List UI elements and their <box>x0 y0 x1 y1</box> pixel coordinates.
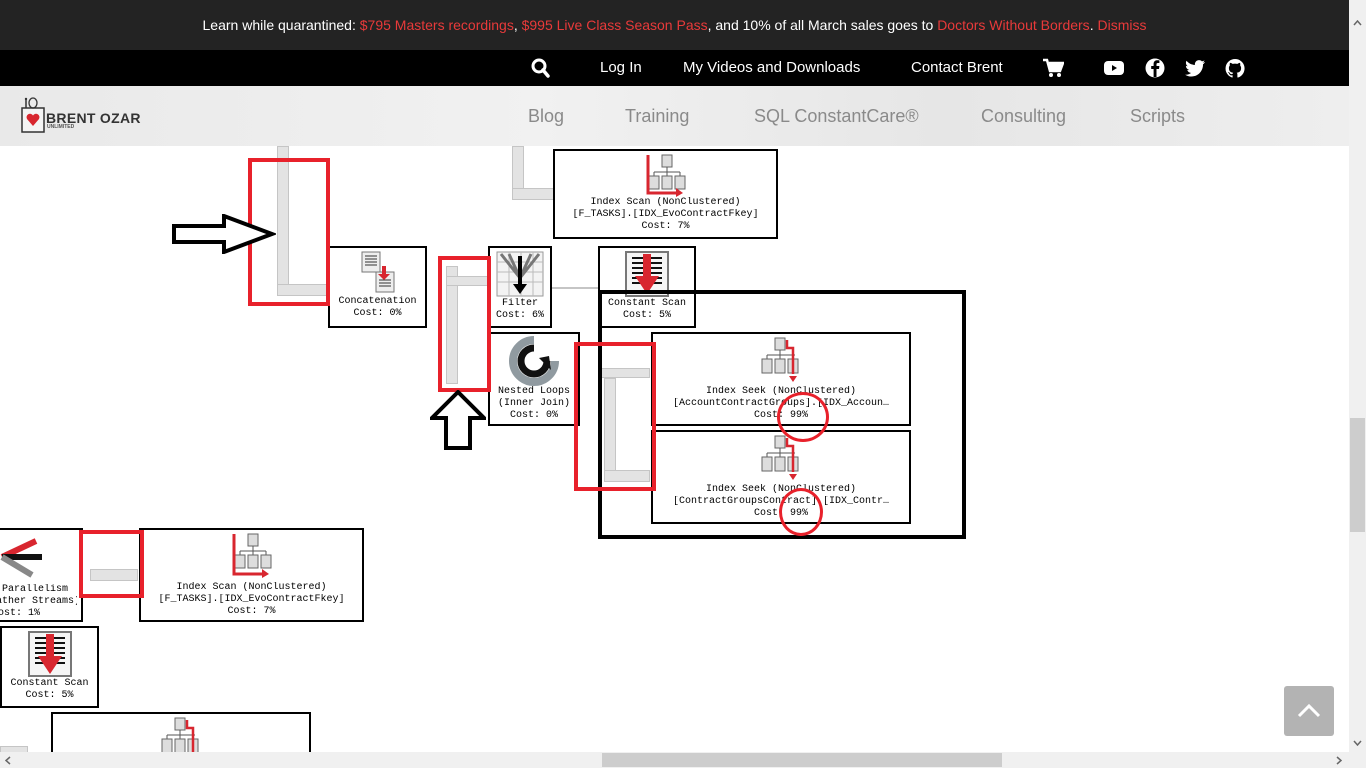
nav-scripts[interactable]: Scripts <box>1130 106 1185 127</box>
concatenation-icon <box>361 251 394 293</box>
flow-line <box>552 287 598 289</box>
node-cost: Cost: 0% <box>353 308 402 319</box>
plan-node-filter: Filter Cost: 6% <box>488 246 552 328</box>
node-label: [F_TASKS].[IDX_EvoContractFkey] <box>572 209 759 220</box>
highlight-red-box <box>438 256 491 392</box>
scroll-right-arrow-icon[interactable] <box>1336 756 1342 765</box>
node-label: (Inner Join) <box>497 398 570 409</box>
node-label: Nested Loops <box>497 386 570 397</box>
top-utility-bar: Log In My Videos and Downloads Contact B… <box>0 50 1349 86</box>
cart-icon[interactable] <box>1042 58 1064 78</box>
logo-pocket-icon <box>21 97 45 133</box>
node-cost: Cost: 7% <box>641 221 690 232</box>
highlight-red-box <box>79 530 144 598</box>
youtube-icon[interactable] <box>1103 58 1125 78</box>
node-label: Index Scan (NonClustered) <box>176 582 327 593</box>
vertical-scrollbar[interactable] <box>1349 0 1366 768</box>
plan-node-index-scan-bottom: Index Scan (NonClustered) [F_TASKS].[IDX… <box>139 528 364 622</box>
scroll-up-arrow-icon[interactable] <box>1353 20 1362 26</box>
filter-icon <box>496 251 544 297</box>
facebook-icon[interactable] <box>1144 58 1166 78</box>
announcement-prefix: Learn while quarantined: <box>202 17 360 33</box>
scroll-down-arrow-icon[interactable] <box>1353 740 1362 746</box>
right-arrow-annotation-icon <box>172 214 276 254</box>
my-videos-link[interactable]: My Videos and Downloads <box>683 59 860 76</box>
node-cost: Cost: 6% <box>495 310 544 321</box>
masters-recordings-link[interactable]: $795 Masters recordings <box>360 17 514 33</box>
doctors-without-borders-link[interactable]: Doctors Without Borders <box>937 17 1090 33</box>
announcement-middle: , and 10% of all March sales goes to <box>707 17 938 33</box>
plan-node-parallelism: Parallelism (Gather Streams) Cost: 1% <box>0 528 83 622</box>
plan-node-concatenation: Concatenation Cost: 0% <box>328 246 427 328</box>
nav-sql-constantcare[interactable]: SQL ConstantCare® <box>754 106 919 127</box>
nested-loops-icon <box>509 336 559 386</box>
separator: , <box>513 17 522 33</box>
index-seek-icon <box>161 717 199 752</box>
highlight-red-circle <box>777 392 829 442</box>
execution-plan-image: Index Scan (NonClustered) [F_TASKS].[IDX… <box>0 146 1349 752</box>
node-cost: Cost: 0% <box>509 410 558 421</box>
plan-node-nested-loops: Nested Loops (Inner Join) Cost: 0% <box>488 332 580 426</box>
nav-consulting[interactable]: Consulting <box>981 106 1066 127</box>
node-cost: Cost: 5% <box>25 690 74 701</box>
horizontal-scrollbar[interactable] <box>0 752 1349 768</box>
index-scan-icon <box>646 154 685 197</box>
flow-pipe <box>512 188 554 200</box>
node-cost: Cost: 1% <box>0 608 41 619</box>
github-icon[interactable] <box>1224 58 1246 78</box>
plan-node-constant-scan-bottom: Constant Scan Cost: 5% <box>0 626 99 708</box>
login-link[interactable]: Log In <box>600 59 642 76</box>
parallelism-icon <box>0 538 42 578</box>
nav-blog[interactable]: Blog <box>528 106 564 127</box>
dismiss-link[interactable]: Dismiss <box>1097 17 1146 33</box>
index-scan-icon <box>232 533 271 578</box>
up-arrow-annotation-icon <box>430 390 486 450</box>
search-icon[interactable] <box>530 58 552 78</box>
highlight-red-box <box>574 342 656 491</box>
vertical-scroll-thumb[interactable] <box>1350 418 1365 532</box>
logo-subtext: UNLIMITED <box>47 124 75 130</box>
announcement-bar: Learn while quarantined: $795 Masters re… <box>0 0 1349 50</box>
node-label: Parallelism <box>2 584 69 595</box>
twitter-icon[interactable] <box>1184 58 1206 78</box>
chevron-up-icon <box>1297 703 1321 718</box>
nav-training[interactable]: Training <box>625 106 689 127</box>
scroll-to-top-button[interactable] <box>1284 686 1334 736</box>
site-header: BRENT OZAR UNLIMITED Blog Training SQL C… <box>0 86 1349 146</box>
node-label: [F_TASKS].[IDX_EvoContractFkey] <box>158 594 345 605</box>
node-label: (Gather Streams) <box>0 596 77 607</box>
horizontal-scroll-thumb[interactable] <box>602 753 1002 767</box>
node-label: Filter <box>501 298 538 309</box>
node-label: Index Scan (NonClustered) <box>590 197 741 208</box>
highlight-red-circle <box>779 488 823 536</box>
live-class-pass-link[interactable]: $995 Live Class Season Pass <box>522 17 708 33</box>
plan-node-index-scan-top: Index Scan (NonClustered) [F_TASKS].[IDX… <box>553 149 778 239</box>
plan-node-index-seek-bottom <box>51 712 311 752</box>
node-label: Constant Scan <box>10 678 89 689</box>
separator: . <box>1089 17 1098 33</box>
node-label: Concatenation <box>338 296 417 307</box>
constant-scan-icon <box>27 631 72 677</box>
node-cost: Cost: 7% <box>227 606 276 617</box>
contact-brent-link[interactable]: Contact Brent <box>911 59 1003 76</box>
scroll-left-arrow-icon[interactable] <box>5 756 11 765</box>
brand-logo[interactable]: BRENT OZAR UNLIMITED <box>0 86 160 146</box>
